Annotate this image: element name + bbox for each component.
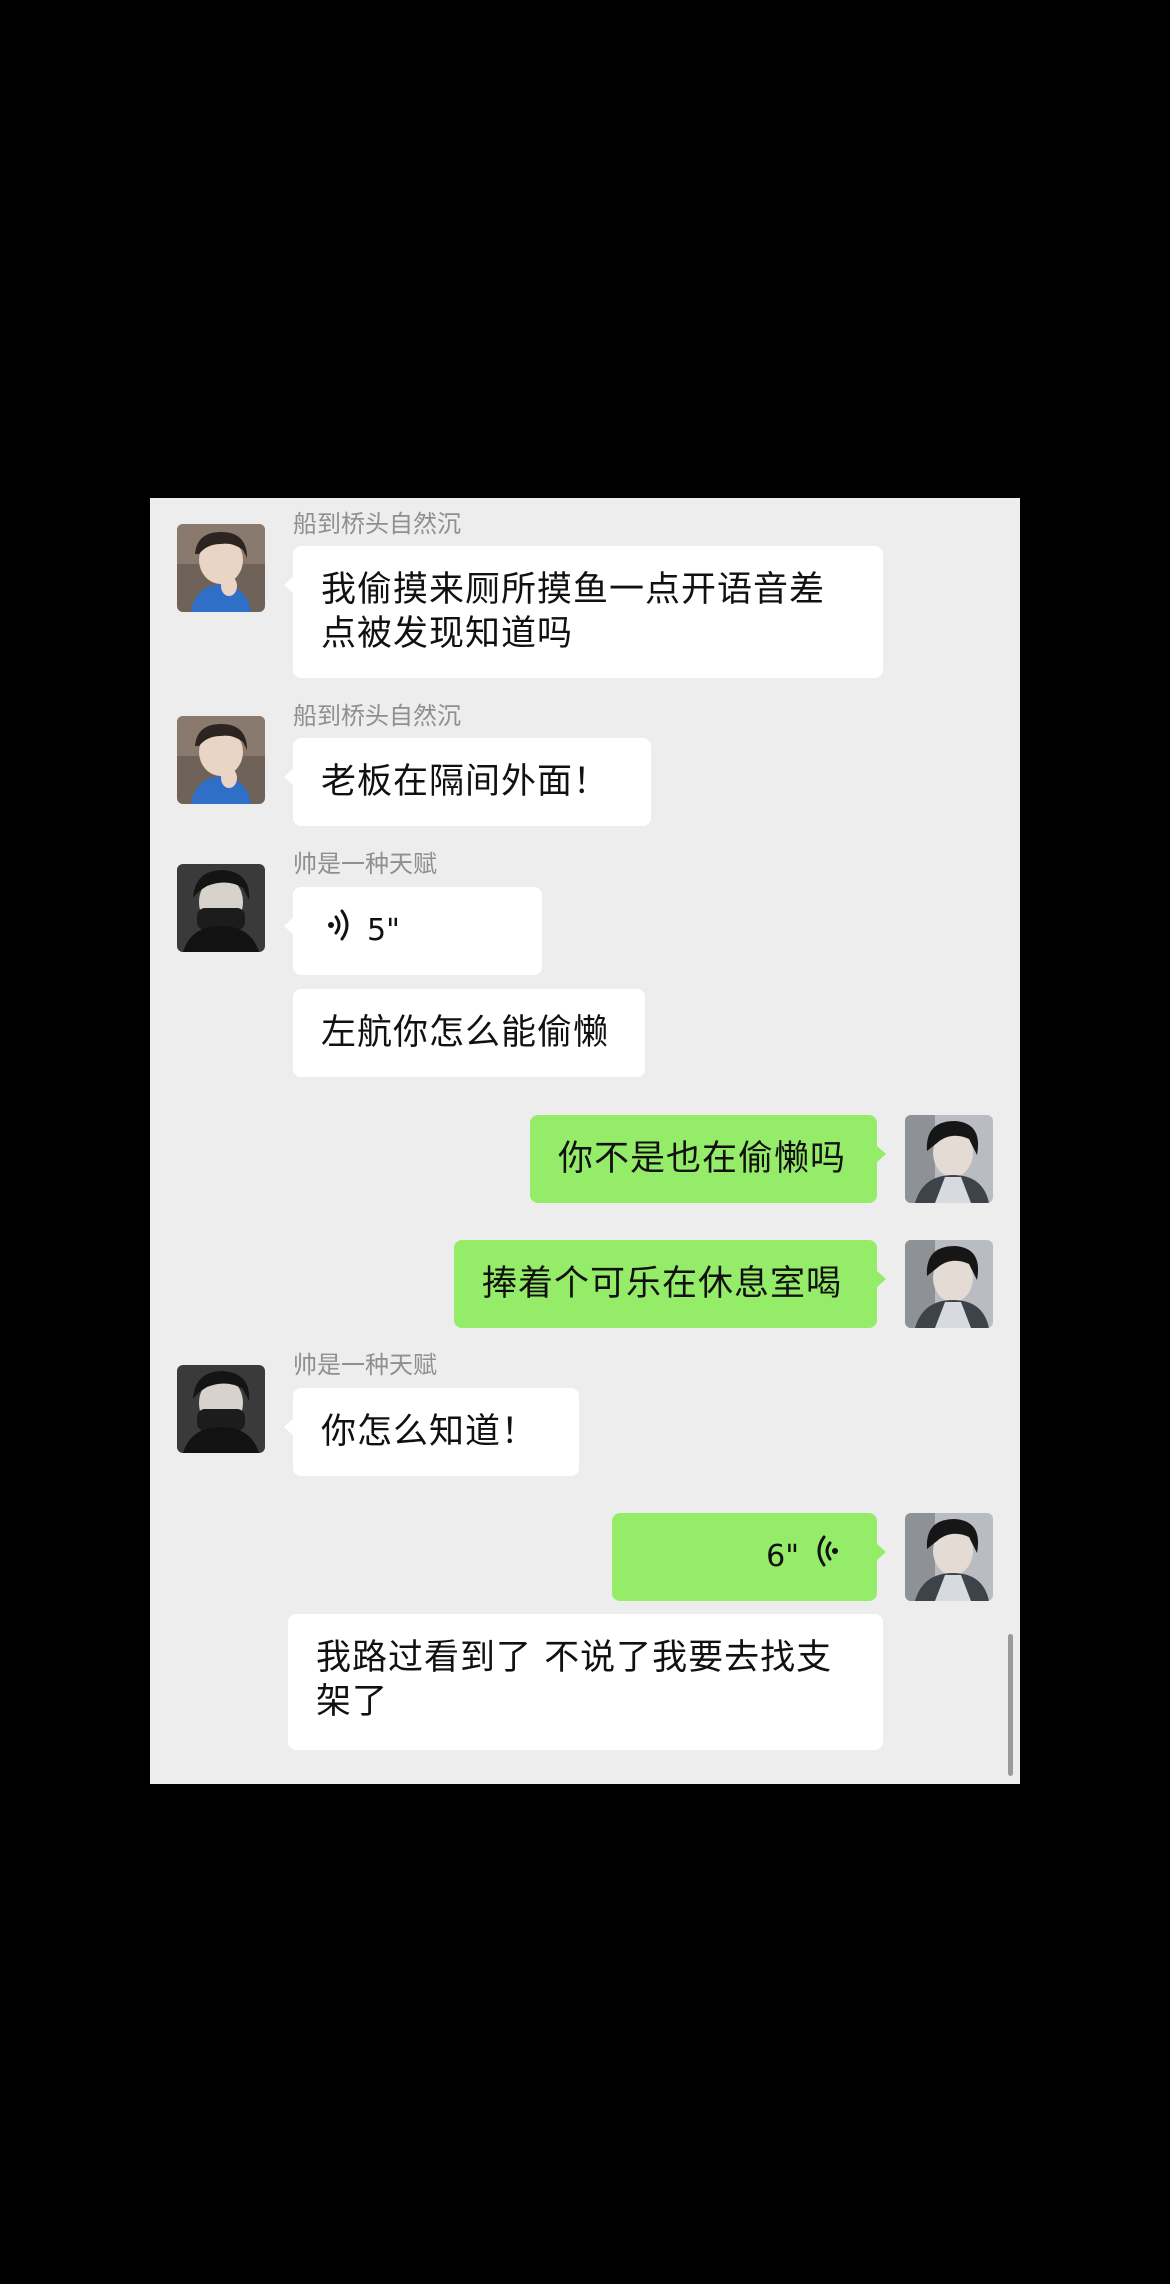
message-text: 我路过看到了 不说了我要去找支 架了 (288, 1614, 883, 1746)
avatar-shuai[interactable] (177, 864, 265, 952)
message-text: 你怎么知道！ (321, 1412, 538, 1452)
avatar-self[interactable] (905, 1115, 993, 1203)
bubble-tail (876, 1543, 886, 1561)
bubble-tail (284, 768, 294, 786)
voice-row: 6" (766, 1513, 841, 1601)
chat-panel: 船到桥头自然沉 我偷摸来厕所摸鱼一点开语音差 点被发现知道吗 船到桥头自然沉 老… (150, 498, 1020, 1784)
sender-name: 帅是一种天赋 (293, 850, 437, 878)
voice-message-received[interactable]: 5" (284, 887, 542, 975)
voice-message-sent[interactable]: 6" (612, 1513, 886, 1601)
message-bubble-received[interactable]: 老板在隔间外面！ (284, 738, 651, 826)
bubble-tail (284, 1418, 294, 1436)
bubble-tail (284, 917, 294, 935)
message-bubble-received[interactable]: 我路过看到了 不说了我要去找支 架了 (288, 1614, 883, 1750)
voice-duration: 5" (367, 913, 400, 948)
message-bubble-received[interactable]: 左航你怎么能偷懒 (293, 989, 645, 1077)
bubble-tail (284, 576, 294, 594)
message-text: 老板在隔间外面！ (321, 762, 610, 802)
sender-name: 船到桥头自然沉 (293, 510, 461, 538)
message-bubble-sent[interactable]: 捧着个可乐在休息室喝 (454, 1240, 886, 1328)
message-text: 你不是也在偷懒吗 (558, 1139, 847, 1179)
avatar-self[interactable] (905, 1240, 993, 1328)
avatar-chuandao[interactable] (177, 524, 265, 612)
message-text: 左航你怎么能偷懒 (321, 1013, 610, 1053)
message-line: 架了 (316, 1682, 389, 1722)
message-bubble-received[interactable]: 你怎么知道！ (284, 1388, 579, 1476)
voice-row: 5" (325, 887, 400, 975)
message-text: 我偷摸来厕所摸鱼一点开语音差 点被发现知道吗 (293, 546, 883, 678)
sender-name: 帅是一种天赋 (293, 1351, 437, 1379)
message-bubble-sent[interactable]: 你不是也在偷懒吗 (530, 1115, 886, 1203)
bubble-tail (876, 1145, 886, 1163)
message-line: 我路过看到了 不说了我要去找支 (316, 1638, 833, 1678)
sender-name: 船到桥头自然沉 (293, 702, 461, 730)
avatar-self[interactable] (905, 1513, 993, 1601)
message-text: 捧着个可乐在休息室喝 (482, 1264, 843, 1304)
voice-wave-icon (325, 908, 355, 955)
bubble-tail (876, 1270, 886, 1288)
scrollbar[interactable] (1008, 1634, 1013, 1776)
avatar-chuandao[interactable] (177, 716, 265, 804)
voice-wave-icon (811, 1534, 841, 1581)
message-bubble-received[interactable]: 我偷摸来厕所摸鱼一点开语音差 点被发现知道吗 (284, 546, 883, 678)
voice-duration: 6" (766, 1539, 799, 1574)
avatar-shuai[interactable] (177, 1365, 265, 1453)
message-line: 点被发现知道吗 (321, 614, 574, 654)
message-line: 我偷摸来厕所摸鱼一点开语音差 (321, 570, 826, 610)
